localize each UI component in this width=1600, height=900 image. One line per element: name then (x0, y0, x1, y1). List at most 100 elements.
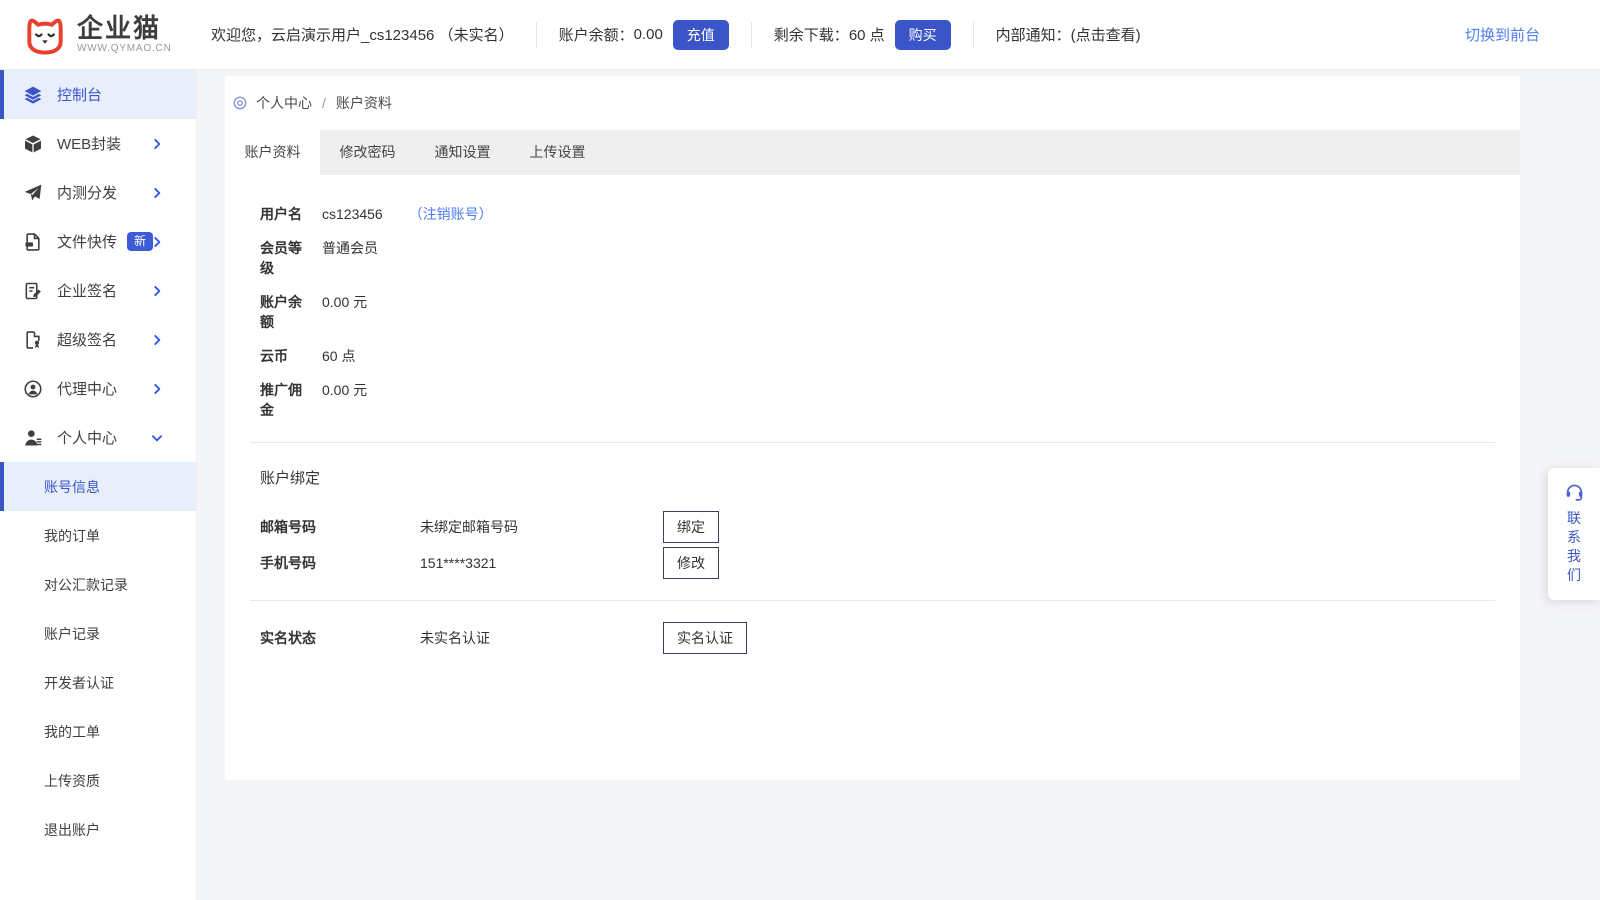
email-binding-row: 邮箱号码 未绑定邮箱号码 绑定 (260, 512, 1520, 542)
recharge-button[interactable]: 充值 (673, 20, 729, 50)
clipboard-pen-icon (23, 281, 43, 301)
sidebar-item-beta-distribution[interactable]: 内测分发 (0, 168, 196, 217)
field-label: 手机号码 (260, 553, 420, 573)
sidebar-subitem-my-tickets[interactable]: 我的工单 (0, 707, 196, 756)
switch-to-front-link[interactable]: 切换到前台 (1465, 24, 1540, 45)
content-card: 个人中心 / 账户资料 账户资料 修改密码 通知设置 上传设置 用户名 cs12… (225, 76, 1520, 780)
chevron-right-icon (150, 284, 164, 298)
field-label: 邮箱号码 (260, 517, 420, 537)
binding-section-title: 账户绑定 (260, 467, 1520, 488)
sidebar-item-label: 文件快传 (57, 231, 117, 252)
person-icon (23, 428, 43, 448)
field-label: 云币 (260, 346, 308, 366)
breadcrumb-section[interactable]: 个人中心 (256, 93, 312, 113)
member-level-value: 普通会员 (322, 238, 378, 278)
contact-us-label: 系 (1567, 528, 1581, 547)
welcome-text: 欢迎您，云启演示用户_cs123456 （未实名） (211, 24, 514, 45)
modify-phone-button[interactable]: 修改 (663, 547, 719, 579)
contact-us-label: 们 (1567, 566, 1581, 585)
sidebar-subitem-account-records[interactable]: 账户记录 (0, 609, 196, 658)
chevron-right-icon (150, 235, 164, 249)
chevron-right-icon (150, 333, 164, 347)
field-label: 实名状态 (260, 628, 420, 648)
sidebar-subitem-developer-auth[interactable]: 开发者认证 (0, 658, 196, 707)
sidebar-subitem-label: 退出账户 (44, 820, 100, 840)
breadcrumb: 个人中心 / 账户资料 (225, 76, 1520, 130)
cat-logo-icon (22, 14, 68, 56)
username-row: 用户名 cs123456 （注销账号） (260, 204, 1495, 224)
tab-change-password[interactable]: 修改密码 (320, 130, 415, 175)
field-label: 用户名 (260, 204, 308, 224)
realname-verify-button[interactable]: 实名认证 (663, 622, 747, 654)
header-divider (536, 22, 537, 48)
sidebar-item-enterprise-signature[interactable]: 企业签名 (0, 266, 196, 315)
sidebar-item-super-signature[interactable]: 超级签名 (0, 315, 196, 364)
contact-us-widget[interactable]: 联 系 我 们 (1548, 468, 1600, 600)
sidebar-subitem-upload-qualification[interactable]: 上传资质 (0, 756, 196, 805)
sidebar-item-web-package[interactable]: WEB封装 (0, 119, 196, 168)
sidebar-item-agent-center[interactable]: 代理中心 (0, 364, 196, 413)
headset-icon (1564, 481, 1585, 502)
sidebar-subitem-label: 我的工单 (44, 722, 100, 742)
downloads-value: 60 点 (849, 24, 885, 45)
bind-email-button[interactable]: 绑定 (663, 511, 719, 543)
sidebar-item-personal-center[interactable]: 个人中心 (0, 413, 196, 462)
sidebar-subitem-my-orders[interactable]: 我的订单 (0, 511, 196, 560)
tab-upload-settings[interactable]: 上传设置 (510, 130, 605, 175)
field-label: 账户余额 (260, 292, 308, 332)
account-balance-value: 0.00 元 (322, 292, 367, 332)
username-value: cs123456 (322, 206, 383, 222)
cloud-coin-value: 60 点 (322, 346, 355, 366)
tab-account-profile[interactable]: 账户资料 (225, 130, 320, 175)
header-divider (973, 22, 974, 48)
cloud-coin-row: 云币 60 点 (260, 346, 1495, 366)
box-icon (23, 134, 43, 154)
header-divider (751, 22, 752, 48)
sidebar-item-label: 代理中心 (57, 378, 117, 399)
sidebar-item-console[interactable]: 控制台 (0, 70, 196, 119)
account-balance-row: 账户余额 0.00 元 (260, 292, 1495, 332)
internal-notice-link[interactable]: 内部通知：(点击查看) (996, 24, 1141, 45)
contact-us-label: 我 (1567, 547, 1581, 566)
section-divider (250, 600, 1495, 601)
sidebar-subitem-account-info[interactable]: 账号信息 (0, 462, 196, 511)
paper-plane-icon (23, 183, 43, 203)
email-binding-value: 未绑定邮箱号码 (420, 517, 663, 537)
breadcrumb-page: 账户资料 (336, 93, 392, 113)
field-label: 推广佣金 (260, 380, 308, 420)
sidebar-item-label: 企业签名 (57, 280, 117, 301)
sidebar-subitem-label: 上传资质 (44, 771, 100, 791)
logo-title: 企业猫 (77, 13, 161, 43)
sidebar-subitem-logout[interactable]: 退出账户 (0, 805, 196, 854)
contact-us-label: 联 (1567, 509, 1581, 528)
member-level-row: 会员等级 普通会员 (260, 238, 1495, 278)
sidebar-subitem-label: 开发者认证 (44, 673, 114, 693)
phone-binding-value: 151****3321 (420, 555, 663, 571)
chevron-right-icon (150, 186, 164, 200)
sidebar-item-label: WEB封装 (57, 133, 121, 154)
zip-file-icon (23, 232, 43, 252)
agent-icon (23, 379, 43, 399)
main-content: 个人中心 / 账户资料 账户资料 修改密码 通知设置 上传设置 用户名 cs12… (197, 70, 1600, 900)
sidebar-subitem-label: 对公汇款记录 (44, 575, 128, 595)
chevron-down-icon (150, 431, 164, 445)
balance-value: 0.00 (634, 26, 663, 43)
buy-button[interactable]: 购买 (895, 20, 951, 50)
section-divider (250, 442, 1495, 443)
deactivate-account-link[interactable]: （注销账号） (409, 206, 493, 222)
logo-url: WWW.QYMAO.CN (77, 43, 172, 54)
realname-status-value: 未实名认证 (420, 628, 663, 648)
sidebar-item-label: 控制台 (57, 84, 102, 105)
logo[interactable]: 企业猫 WWW.QYMAO.CN (0, 14, 197, 56)
sidebar-subitem-label: 账号信息 (44, 477, 100, 497)
sidebar-item-file-transfer[interactable]: 文件快传 新 (0, 217, 196, 266)
tab-notification-settings[interactable]: 通知设置 (415, 130, 510, 175)
commission-row: 推广佣金 0.00 元 (260, 380, 1495, 420)
commission-value: 0.00 元 (322, 380, 367, 420)
layers-icon (23, 85, 43, 105)
sidebar-subitem-label: 账户记录 (44, 624, 100, 644)
sidebar-item-label: 个人中心 (57, 427, 117, 448)
realname-status-row: 实名状态 未实名认证 实名认证 (260, 623, 1520, 653)
sidebar-subitem-corporate-remittance[interactable]: 对公汇款记录 (0, 560, 196, 609)
top-header: 企业猫 WWW.QYMAO.CN 欢迎您，云启演示用户_cs123456 （未实… (0, 0, 1600, 70)
